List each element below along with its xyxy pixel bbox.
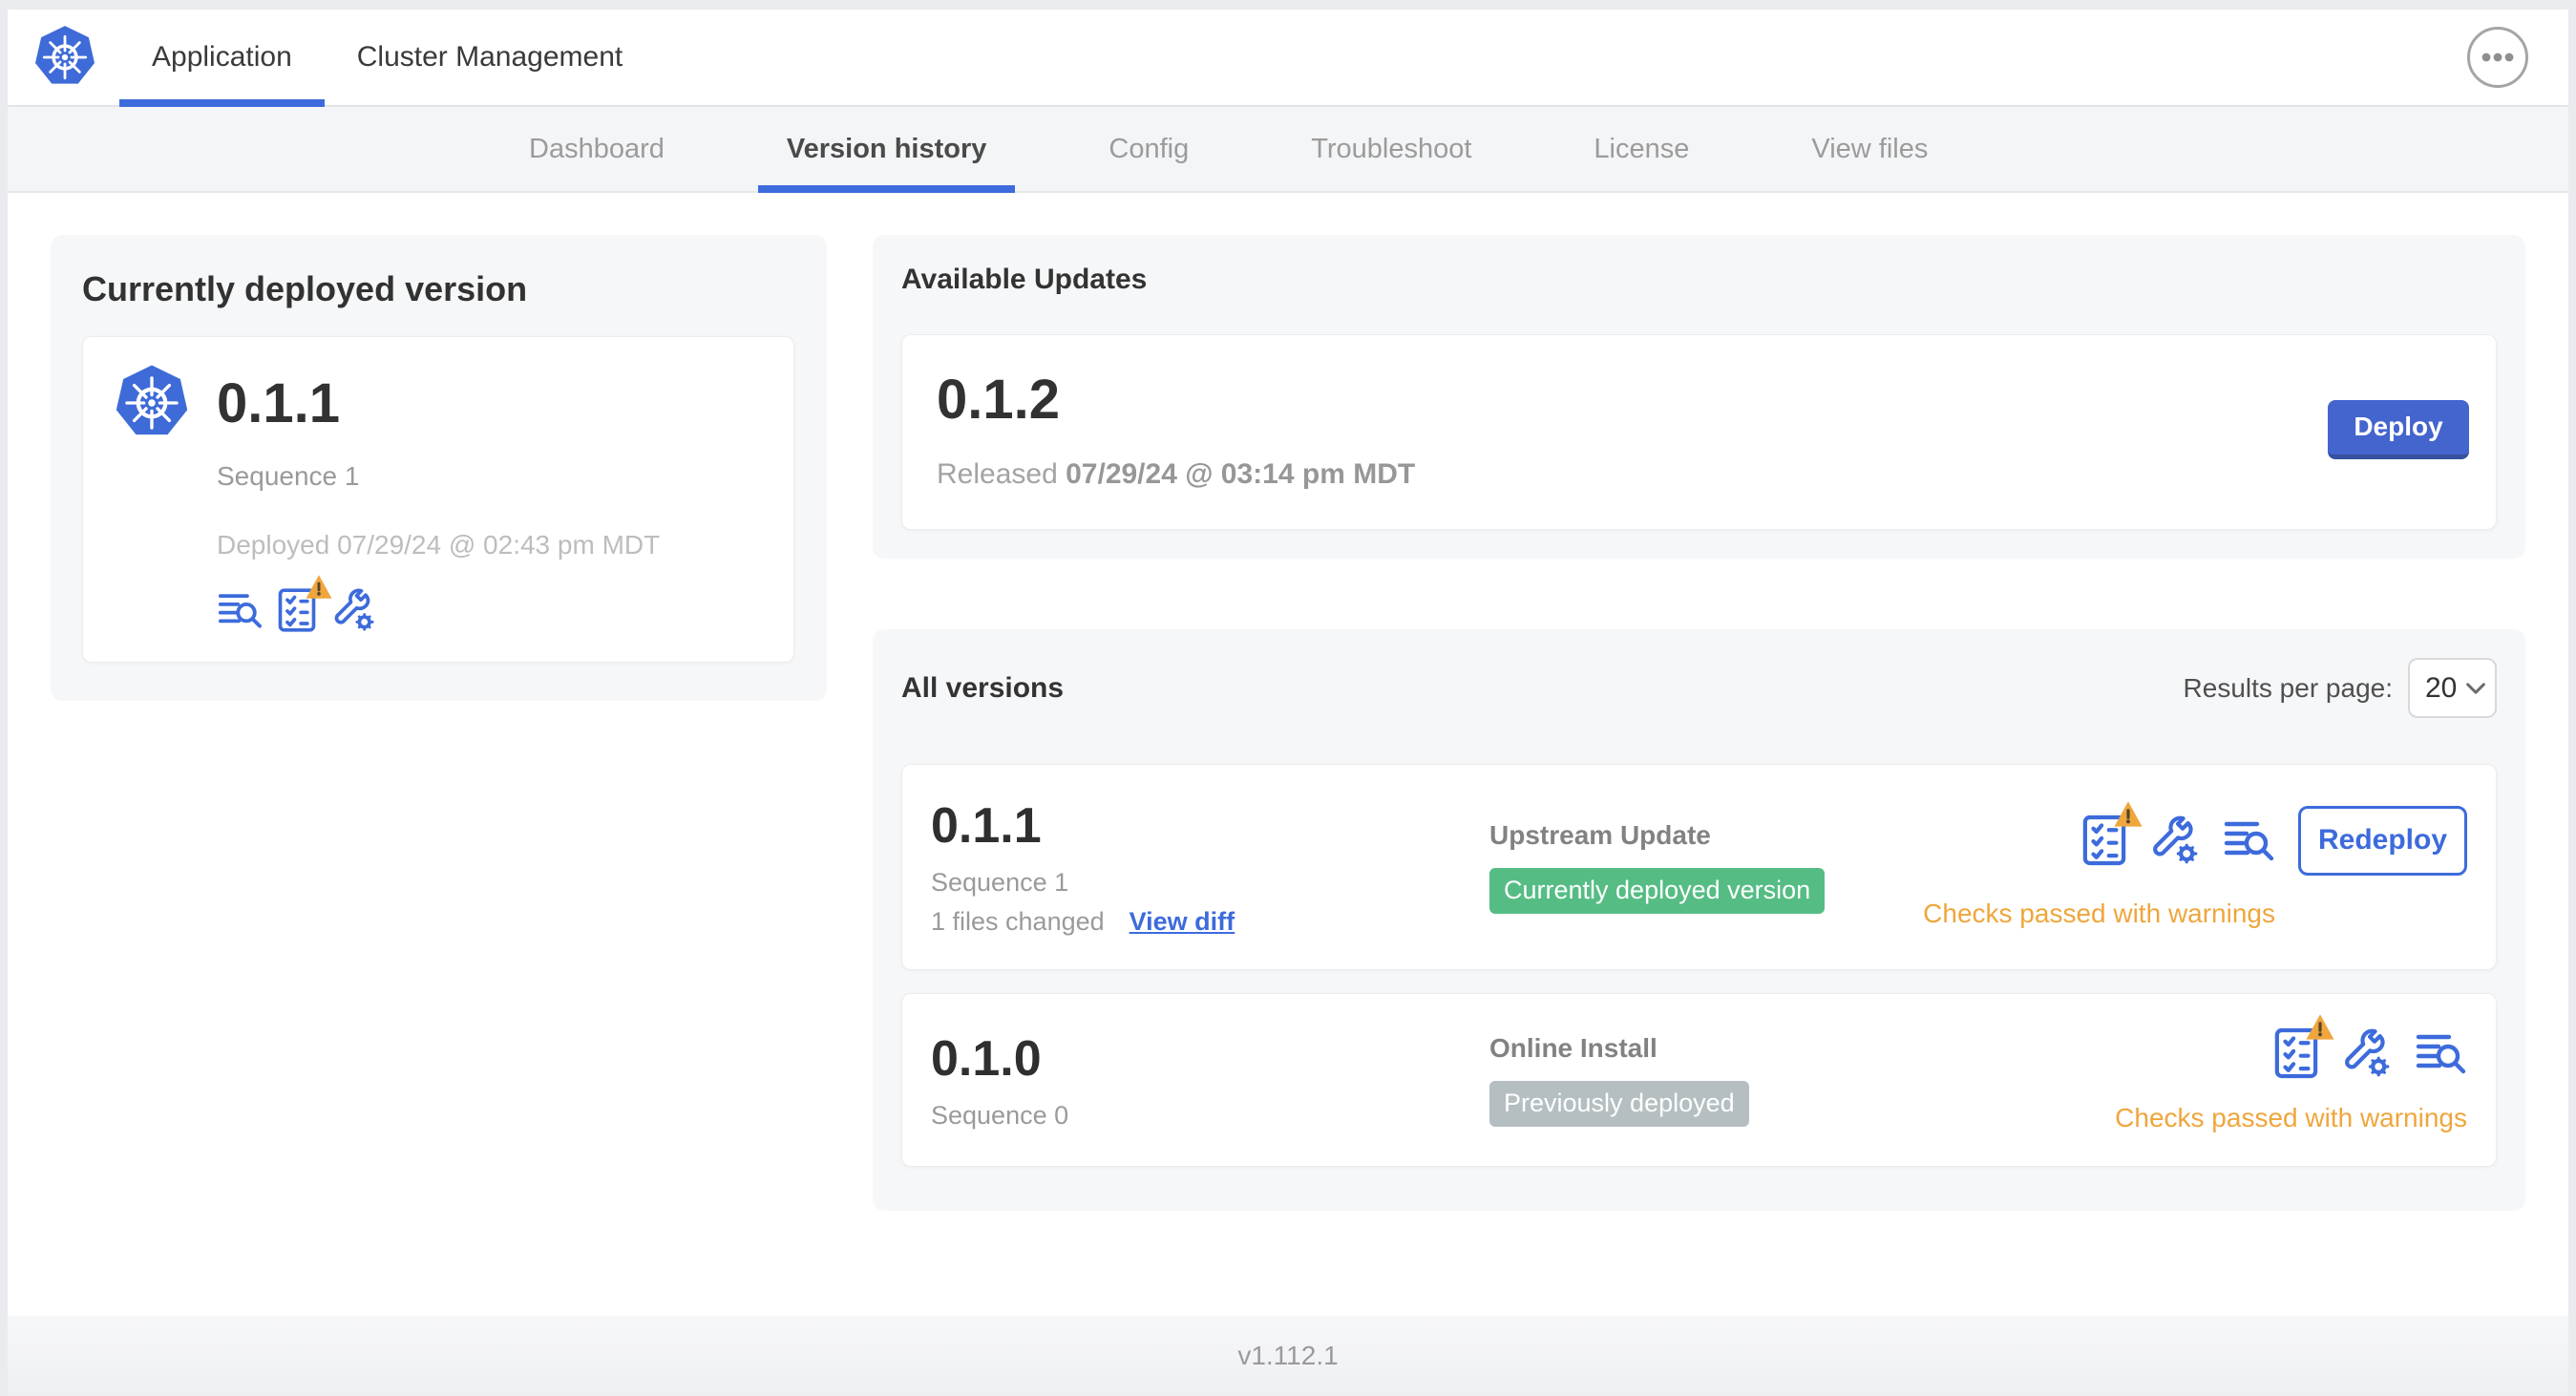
tab-application-label: Application <box>152 41 292 73</box>
update-released-date: Released 07/29/24 @ 03:14 pm MDT <box>937 458 1416 490</box>
deployment-status-badge: Currently deployed version <box>1489 868 1826 914</box>
results-per-page-select[interactable]: 20 <box>2408 658 2497 718</box>
main-content: Currently deployed version 0.1.1 Sequenc… <box>8 193 2568 1316</box>
view-diff-link[interactable]: View diff <box>1130 907 1235 937</box>
currently-deployed-title: Currently deployed version <box>82 269 528 308</box>
currently-deployed-panel: Currently deployed version 0.1.1 Sequenc… <box>51 235 827 701</box>
kubernetes-app-icon <box>112 362 192 444</box>
all-versions-panel: All versions Results per page: 20 0.1.1 … <box>873 629 2525 1211</box>
row-sequence: Sequence 0 <box>931 1100 1069 1130</box>
tab-config[interactable]: Config <box>1080 107 1217 191</box>
app-sub-navigation: Dashboard Version history Config Trouble… <box>8 107 2568 193</box>
available-updates-panel: Available Updates 0.1.2 Released 07/29/2… <box>873 235 2525 559</box>
preflight-status-link[interactable]: Checks passed with warnings <box>1923 899 2275 929</box>
deploy-logs-icon[interactable] <box>2414 1030 2467 1076</box>
current-version-actions <box>217 587 765 633</box>
app-frame: Application Cluster Management Dashboard… <box>8 10 2568 1396</box>
all-versions-title: All versions <box>901 671 1065 704</box>
row-version-number: 0.1.1 <box>931 798 1042 854</box>
warning-icon <box>2113 800 2143 828</box>
top-tabs: Application Cluster Management <box>119 10 655 107</box>
current-version-number: 0.1.1 <box>217 371 340 434</box>
currently-deployed-card: 0.1.1 Sequence 1 Deployed 07/29/24 @ 02:… <box>82 336 794 663</box>
tab-view-files[interactable]: View files <box>1783 107 1956 191</box>
kubernetes-logo <box>32 10 98 105</box>
version-row: 0.1.0 Sequence 0 Online Install Previous… <box>901 993 2497 1167</box>
tab-cluster-management-label: Cluster Management <box>356 41 623 73</box>
tab-license[interactable]: License <box>1565 107 1718 191</box>
row-sequence: Sequence 1 <box>931 868 1069 897</box>
deployment-status-badge: Previously deployed <box>1489 1081 1749 1127</box>
update-version-number: 0.1.2 <box>937 369 1060 431</box>
current-version-deployed-date: Deployed 07/29/24 @ 02:43 pm MDT <box>217 530 661 560</box>
warning-icon <box>305 574 333 600</box>
tab-version-history[interactable]: Version history <box>757 107 1016 193</box>
deploy-button[interactable]: Deploy <box>2328 399 2469 459</box>
console-version: v1.112.1 <box>1237 1341 1339 1370</box>
ellipsis-icon <box>2481 53 2514 62</box>
available-update-card: 0.1.2 Released 07/29/24 @ 03:14 pm MDT D… <box>901 334 2497 530</box>
preflight-status-link[interactable]: Checks passed with warnings <box>2115 1103 2467 1133</box>
row-files-changed: 1 files changed <box>931 907 1105 936</box>
overflow-menu-button[interactable] <box>2467 27 2528 88</box>
tab-cluster-management[interactable]: Cluster Management <box>325 10 655 105</box>
config-icon[interactable] <box>2341 1028 2391 1078</box>
results-per-page: Results per page: 20 <box>2184 658 2497 718</box>
tab-dashboard[interactable]: Dashboard <box>500 107 693 191</box>
current-version-sequence: Sequence 1 <box>217 461 360 491</box>
deploy-logs-icon[interactable] <box>2222 817 2275 863</box>
available-updates-title: Available Updates <box>901 264 1148 295</box>
tab-application[interactable]: Application <box>119 10 325 107</box>
footer: v1.112.1 <box>8 1316 2568 1396</box>
config-icon[interactable] <box>2149 815 2199 865</box>
row-source: Online Install <box>1489 1033 1658 1064</box>
top-navigation: Application Cluster Management <box>8 10 2568 107</box>
row-version-number: 0.1.0 <box>931 1030 1042 1087</box>
config-icon[interactable] <box>331 588 375 632</box>
row-source: Upstream Update <box>1489 820 1711 851</box>
warning-icon <box>2305 1013 2335 1041</box>
redeploy-button[interactable]: Redeploy <box>2298 805 2467 876</box>
results-per-page-label: Results per page: <box>2183 672 2393 703</box>
tab-troubleshoot[interactable]: Troubleshoot <box>1282 107 1500 191</box>
version-row: 0.1.1 Sequence 1 1 files changed View di… <box>901 764 2497 970</box>
deploy-logs-icon[interactable] <box>217 590 263 630</box>
